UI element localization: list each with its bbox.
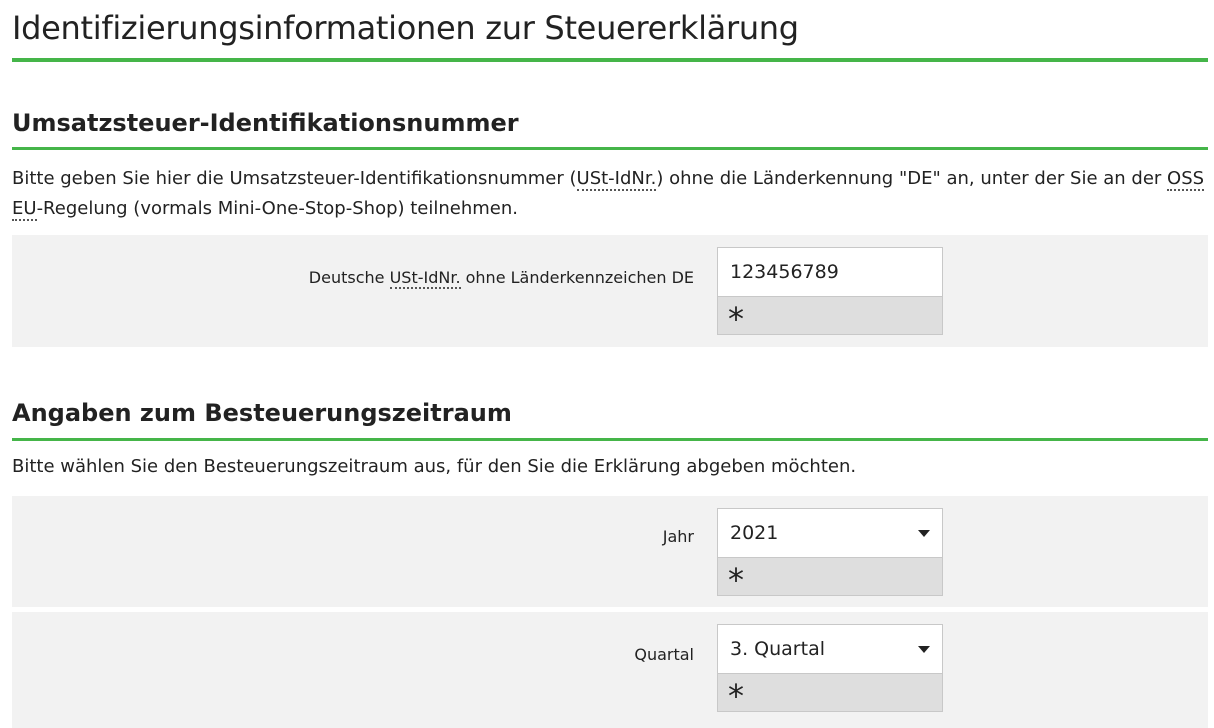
eu-abbreviation[interactable]: EU [12, 198, 37, 221]
vat-id-input[interactable] [717, 247, 943, 297]
quarter-form-row: Quartal 3. Quartal * [12, 612, 1208, 728]
vat-section-title: Umsatzsteuer-Identifikationsnummer [12, 109, 519, 137]
tax-identification-page: Identifizierungsinformationen zur Steuer… [0, 0, 1214, 728]
oss-abbreviation[interactable]: OSS [1167, 168, 1205, 191]
year-label: Jahr [662, 527, 694, 546]
vat-intro-text: Bitte geben Sie hier die Umsatzsteuer-Id… [12, 168, 577, 189]
chevron-down-icon [918, 646, 930, 653]
page-title: Identifizierungsinformationen zur Steuer… [12, 9, 799, 47]
quarter-select[interactable]: 3. Quartal [717, 624, 943, 674]
vat-section-intro: Bitte geben Sie hier die Umsatzsteuer-Id… [12, 164, 1212, 224]
year-selected-value: 2021 [730, 522, 779, 544]
vat-section-divider [12, 147, 1208, 150]
vat-intro-text-end: -Regelung (vormals Mini-One-Stop-Shop) t… [36, 198, 519, 219]
year-select[interactable]: 2021 [717, 508, 943, 558]
quarter-selected-value: 3. Quartal [730, 638, 825, 660]
vat-id-label-text: Deutsche [308, 268, 390, 287]
period-section-divider [12, 438, 1208, 441]
quarter-label: Quartal [634, 645, 694, 664]
chevron-down-icon [918, 530, 930, 537]
vat-intro-text-continued: ) ohne die Länderkennung "DE" an, unter … [656, 168, 1168, 189]
vat-id-label-abbreviation[interactable]: USt-IdNr. [389, 268, 461, 289]
quarter-required-marker: * [717, 674, 943, 712]
year-required-marker: * [717, 558, 943, 596]
quarter-field: 3. Quartal * [717, 624, 943, 712]
vat-id-field: * [717, 247, 943, 335]
year-field: 2021 * [717, 508, 943, 596]
period-section-title: Angaben zum Besteuerungszeitraum [12, 399, 512, 427]
vat-id-label: Deutsche USt-IdNr. ohne Länderkennzeiche… [309, 267, 694, 289]
vat-id-form-row: Deutsche USt-IdNr. ohne Länderkennzeiche… [12, 235, 1208, 347]
title-divider [12, 58, 1208, 62]
vat-id-required-marker: * [717, 297, 943, 335]
year-form-row: Jahr 2021 * [12, 496, 1208, 607]
period-section-intro: Bitte wählen Sie den Besteuerungszeitrau… [12, 456, 857, 477]
ust-idnr-abbreviation[interactable]: USt-IdNr. [576, 168, 657, 191]
vat-id-label-text-end: ohne Länderkennzeichen DE [460, 268, 694, 287]
